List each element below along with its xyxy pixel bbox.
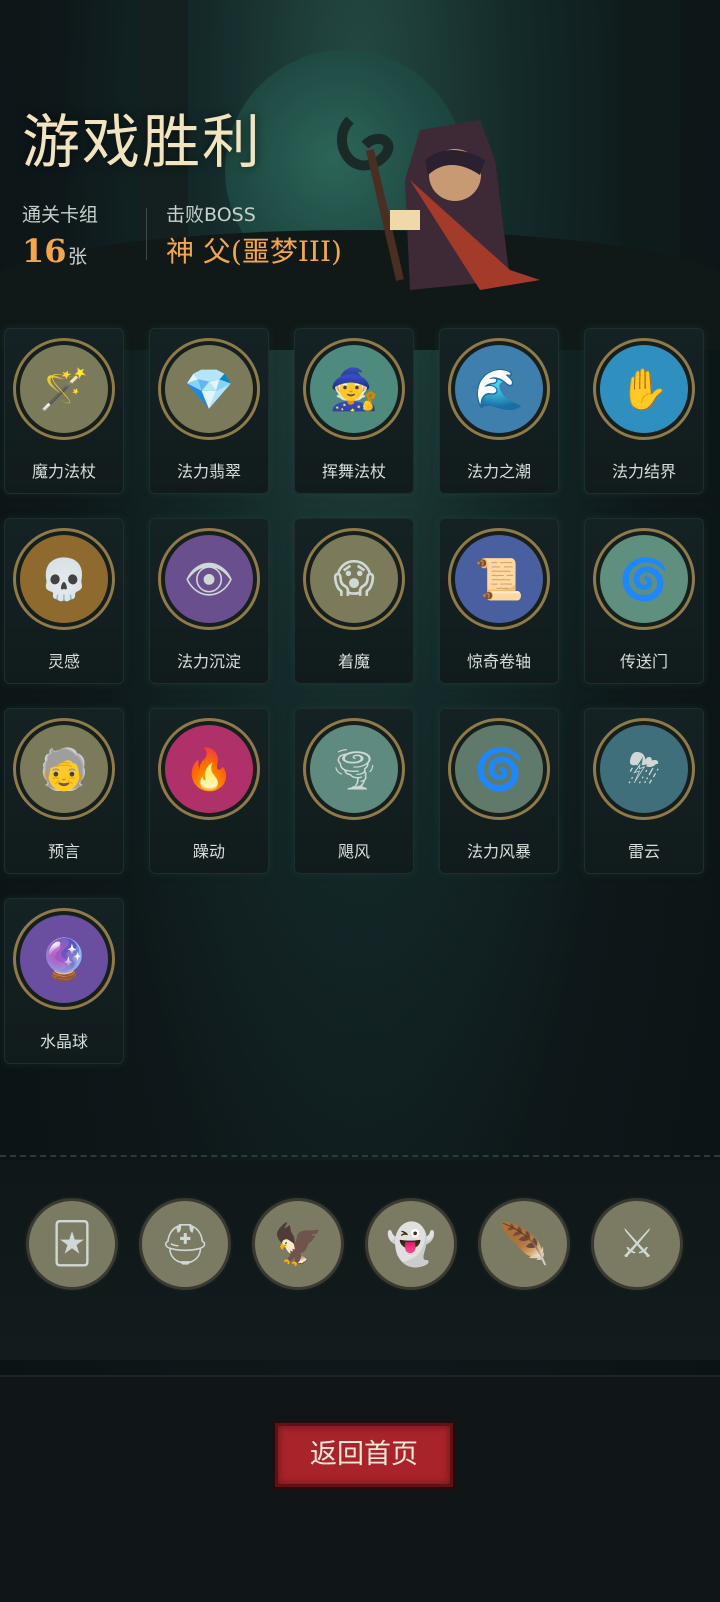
deck-card[interactable]: 👁 法力沉淀 xyxy=(149,518,269,684)
card-art: 🪄 xyxy=(20,345,108,433)
card-art: 🧓 xyxy=(20,725,108,813)
possessed-icon: 😱 xyxy=(303,528,405,630)
deck-card[interactable]: 💀 灵感 xyxy=(4,518,124,684)
hooded-spirit-icon: 👁 xyxy=(158,528,260,630)
card-name: 雷云 xyxy=(627,842,660,861)
deck-card-grid: 🪄 魔力法杖 💎 法力翡翠 🧙 挥舞法杖 🌊 法力之潮 ✋ 法力结界 💀 灵感 👁 法力沉淀 😱 着魔 📜 惊奇卷… xyxy=(4,328,716,1064)
wave-icon: 🌊 xyxy=(448,338,550,440)
card-name: 法力翡翠 xyxy=(176,462,241,481)
staff-icon: 🪄 xyxy=(13,338,115,440)
scroll-icon: 📜 xyxy=(448,528,550,630)
deck-card[interactable]: 📜 惊奇卷轴 xyxy=(439,518,559,684)
card-name: 预言 xyxy=(47,842,80,861)
deck-card[interactable]: 🧙 挥舞法杖 xyxy=(294,328,414,494)
thundercloud-icon: ⛈ xyxy=(593,718,695,820)
crystal-ball-icon: 🔮 xyxy=(13,908,115,1010)
card-art: 🔥 xyxy=(165,725,253,813)
return-home-button[interactable]: 返回首页 xyxy=(275,1423,453,1487)
card-name: 法力沉淀 xyxy=(176,652,241,671)
deck-card[interactable]: 🔮 水晶球 xyxy=(4,898,124,1064)
wizard-icon: 🧙 xyxy=(303,338,405,440)
page-title: 游戏胜利 xyxy=(22,108,263,176)
deck-card[interactable]: 🌪 飓风 xyxy=(294,708,414,874)
card-name: 灵感 xyxy=(47,652,80,671)
witch-hero-illustration xyxy=(336,116,540,290)
card-art: 🌀 xyxy=(455,725,543,813)
card-name: 挥舞法杖 xyxy=(321,462,386,481)
green-ghost-relic-icon[interactable]: 👻 xyxy=(365,1198,457,1290)
card-art: 🌊 xyxy=(455,345,543,433)
deck-card[interactable]: 🧓 预言 xyxy=(4,708,124,874)
card-name: 魔力法杖 xyxy=(31,462,96,481)
card-name: 法力结界 xyxy=(611,462,676,481)
deck-card[interactable]: 🔥 躁动 xyxy=(149,708,269,874)
card-art: 🌪 xyxy=(310,725,398,813)
card-art: 🔮 xyxy=(20,915,108,1003)
card-art: 👁 xyxy=(165,535,253,623)
boss-defeated-label: 击败BOSS xyxy=(166,204,256,226)
boss-name: 神 父(噩梦III) xyxy=(166,235,342,268)
card-art: 😱 xyxy=(310,535,398,623)
deck-card[interactable]: 🌀 传送门 xyxy=(584,518,704,684)
deck-card[interactable]: 🪄 魔力法杖 xyxy=(4,328,124,494)
deck-card[interactable]: 😱 着魔 xyxy=(294,518,414,684)
deck-card[interactable]: ✋ 法力结界 xyxy=(584,328,704,494)
skull-icon: 💀 xyxy=(13,528,115,630)
card-name: 惊奇卷轴 xyxy=(466,652,531,671)
card-art: 🧙 xyxy=(310,345,398,433)
frenzy-icon: 🔥 xyxy=(158,718,260,820)
bottom-panel xyxy=(0,1375,720,1602)
section-divider xyxy=(0,1155,720,1157)
card-art: 📜 xyxy=(455,535,543,623)
deck-card[interactable]: 🌀 法力风暴 xyxy=(439,708,559,874)
card-art: 💎 xyxy=(165,345,253,433)
card-art: 🌀 xyxy=(600,535,688,623)
card-name: 飓风 xyxy=(337,842,370,861)
stat-divider xyxy=(146,208,147,260)
helmet-relic-icon[interactable]: ⛑ xyxy=(139,1198,231,1290)
card-art: ⛈ xyxy=(600,725,688,813)
tornado-icon: 🌪 xyxy=(303,718,405,820)
deck-card[interactable]: 💎 法力翡翠 xyxy=(149,328,269,494)
relic-row: 🃏 ⛑ 🦅 👻 🪶 ⚔ xyxy=(26,1198,683,1290)
deck-size-value: 16 xyxy=(22,232,67,270)
prophet-icon: 🧓 xyxy=(13,718,115,820)
phoenix-feather-relic-icon[interactable]: 🪶 xyxy=(478,1198,570,1290)
portal-icon: 🌀 xyxy=(593,528,695,630)
tarot-card-relic-icon[interactable]: 🃏 xyxy=(26,1198,118,1290)
card-name: 传送门 xyxy=(619,652,668,671)
deck-size-label: 通关卡组 xyxy=(22,204,99,226)
card-name: 水晶球 xyxy=(39,1032,88,1051)
card-name: 法力风暴 xyxy=(466,842,531,861)
deck-card[interactable]: 🌊 法力之潮 xyxy=(439,328,559,494)
card-name: 着魔 xyxy=(337,652,370,671)
card-art: 💀 xyxy=(20,535,108,623)
card-name: 躁动 xyxy=(192,842,225,861)
emerald-icon: 💎 xyxy=(158,338,260,440)
crossed-staffs-relic-icon[interactable]: ⚔ xyxy=(591,1198,683,1290)
eagle-relic-icon[interactable]: 🦅 xyxy=(252,1198,344,1290)
deck-card[interactable]: ⛈ 雷云 xyxy=(584,708,704,874)
storm-tentacle-icon: 🌀 xyxy=(448,718,550,820)
card-art: ✋ xyxy=(600,345,688,433)
deck-size-unit: 张 xyxy=(68,246,88,268)
card-name: 法力之潮 xyxy=(466,462,531,481)
barrier-icon: ✋ xyxy=(593,338,695,440)
